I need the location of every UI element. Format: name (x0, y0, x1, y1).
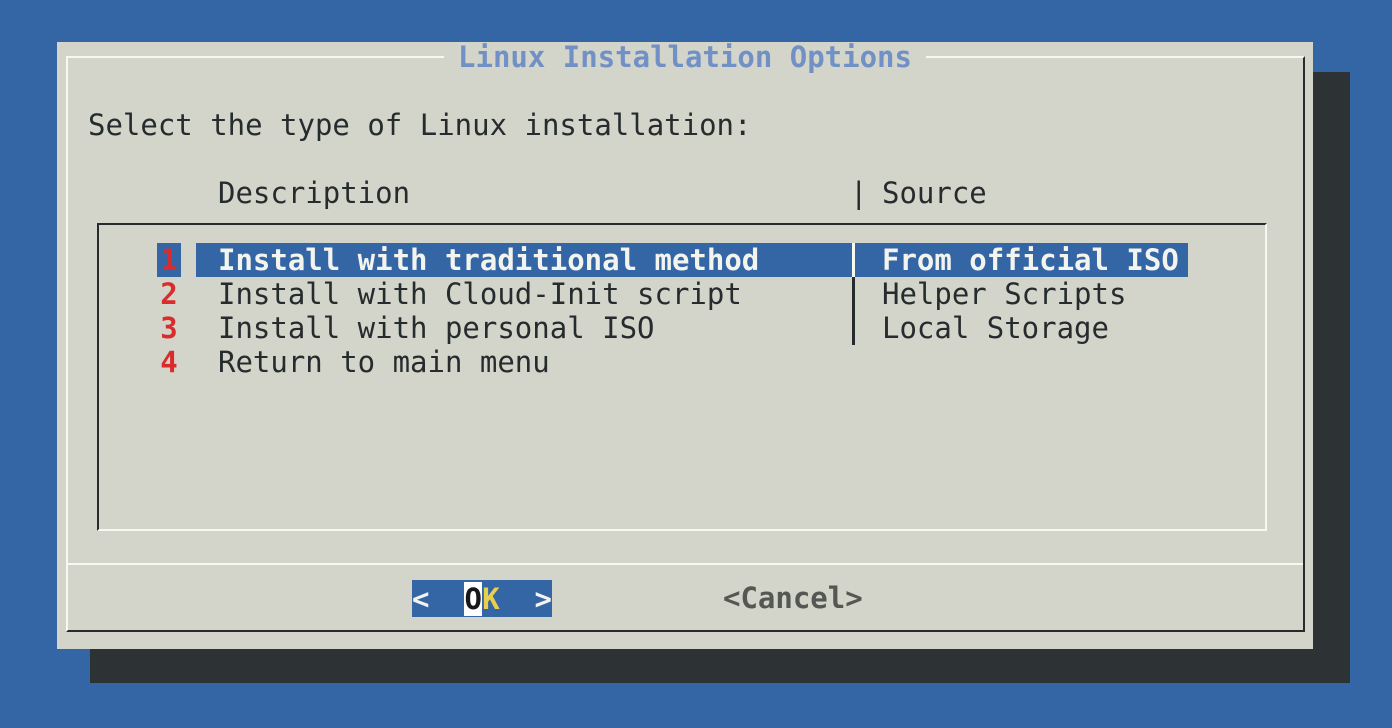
column-header-row: Description | Source (57, 176, 1313, 210)
ok-gap (429, 598, 464, 599)
menu-item-description: Install with traditional method (218, 243, 759, 277)
column-header-source: Source (882, 176, 987, 210)
menu-list: 1 Install with traditional method From o… (97, 223, 1267, 531)
ok-button[interactable]: < O K > (412, 580, 552, 617)
dialog-title: Linux Installation Options (444, 42, 926, 72)
column-separator-line (852, 311, 855, 345)
menu-item-tag: 1 (157, 243, 181, 277)
button-area-separator (68, 563, 1303, 565)
menu-item-row-1[interactable]: 1 Install with traditional method From o… (99, 243, 1265, 277)
menu-item-description: Install with personal ISO (218, 311, 655, 345)
dialog-window: Linux Installation Options Select the ty… (57, 42, 1313, 649)
menu-item-row-4[interactable]: 4 Return to main menu (99, 345, 1265, 379)
column-header-description: Description (218, 176, 410, 210)
column-separator-line (852, 277, 855, 311)
ok-right-bracket: > (535, 582, 552, 616)
menu-item-row-3[interactable]: 3 Install with personal ISO Local Storag… (99, 311, 1265, 345)
column-separator-line (852, 243, 855, 277)
ok-cursor-char: O (464, 582, 482, 616)
column-header-separator: | (850, 176, 867, 210)
menu-item-source: Helper Scripts (882, 277, 1126, 311)
cancel-button[interactable]: <Cancel> (723, 580, 863, 617)
ok-gap (500, 598, 535, 599)
menu-item-description: Install with Cloud-Init script (218, 277, 742, 311)
menu-item-tag: 2 (157, 277, 181, 311)
terminal-screen: Linux Installation Options Select the ty… (0, 0, 1392, 728)
menu-item-description: Return to main menu (218, 345, 550, 379)
menu-item-source: From official ISO (882, 243, 1179, 277)
prompt-text: Select the type of Linux installation: (88, 108, 751, 142)
ok-hotkey-char: K (482, 582, 499, 616)
menu-item-tag: 4 (157, 345, 181, 379)
menu-item-row-2[interactable]: 2 Install with Cloud-Init script Helper … (99, 277, 1265, 311)
menu-item-tag: 3 (157, 311, 181, 345)
ok-left-bracket: < (412, 582, 429, 616)
menu-item-source: Local Storage (882, 311, 1109, 345)
